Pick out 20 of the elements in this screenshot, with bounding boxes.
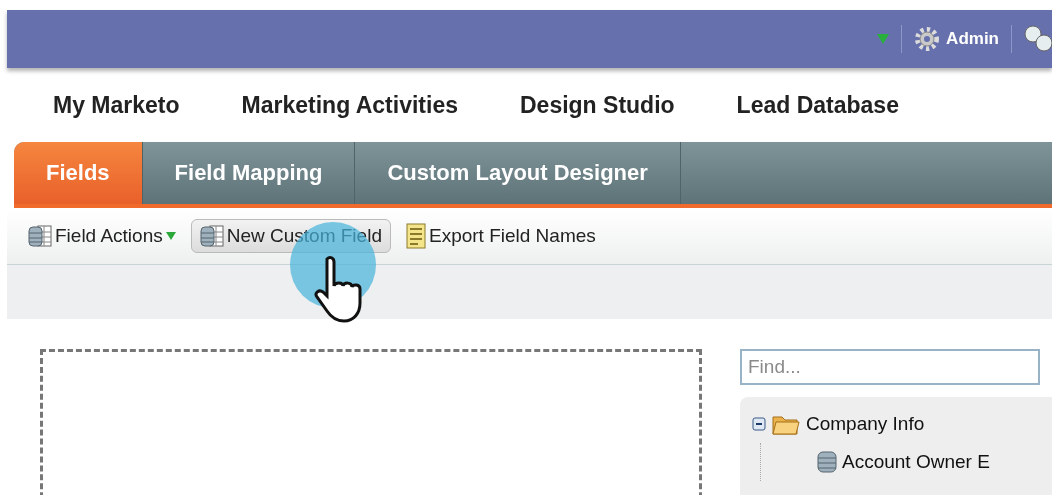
collapse-icon[interactable]: [752, 417, 766, 431]
nav-tab[interactable]: Design Studio: [520, 91, 675, 119]
tree-item[interactable]: Account Owner E: [842, 451, 990, 473]
search-field[interactable]: Find...: [740, 349, 1040, 385]
database-table-icon: [199, 224, 224, 248]
database-table-icon: [28, 224, 52, 248]
tab[interactable]: Field Mapping: [142, 142, 356, 204]
toolbar-button[interactable]: Field Actions: [19, 219, 185, 253]
toolbar-button[interactable]: Export Field Names: [396, 218, 605, 254]
caret-icon: [165, 232, 176, 240]
help-icon[interactable]: [1024, 24, 1052, 54]
document-icon: [405, 223, 426, 249]
database-icon: [817, 450, 837, 474]
gear-icon[interactable]: [914, 26, 941, 52]
tab[interactable]: Custom Layout Designer: [355, 142, 681, 204]
nav-tab[interactable]: Marketing Activities: [241, 91, 458, 119]
nav-tab[interactable]: My Marketo: [53, 91, 180, 119]
nav-tab[interactable]: Lead Database: [736, 91, 899, 119]
tree-item[interactable]: Company Info: [806, 413, 925, 435]
user-name[interactable]: Admin: [946, 29, 999, 49]
